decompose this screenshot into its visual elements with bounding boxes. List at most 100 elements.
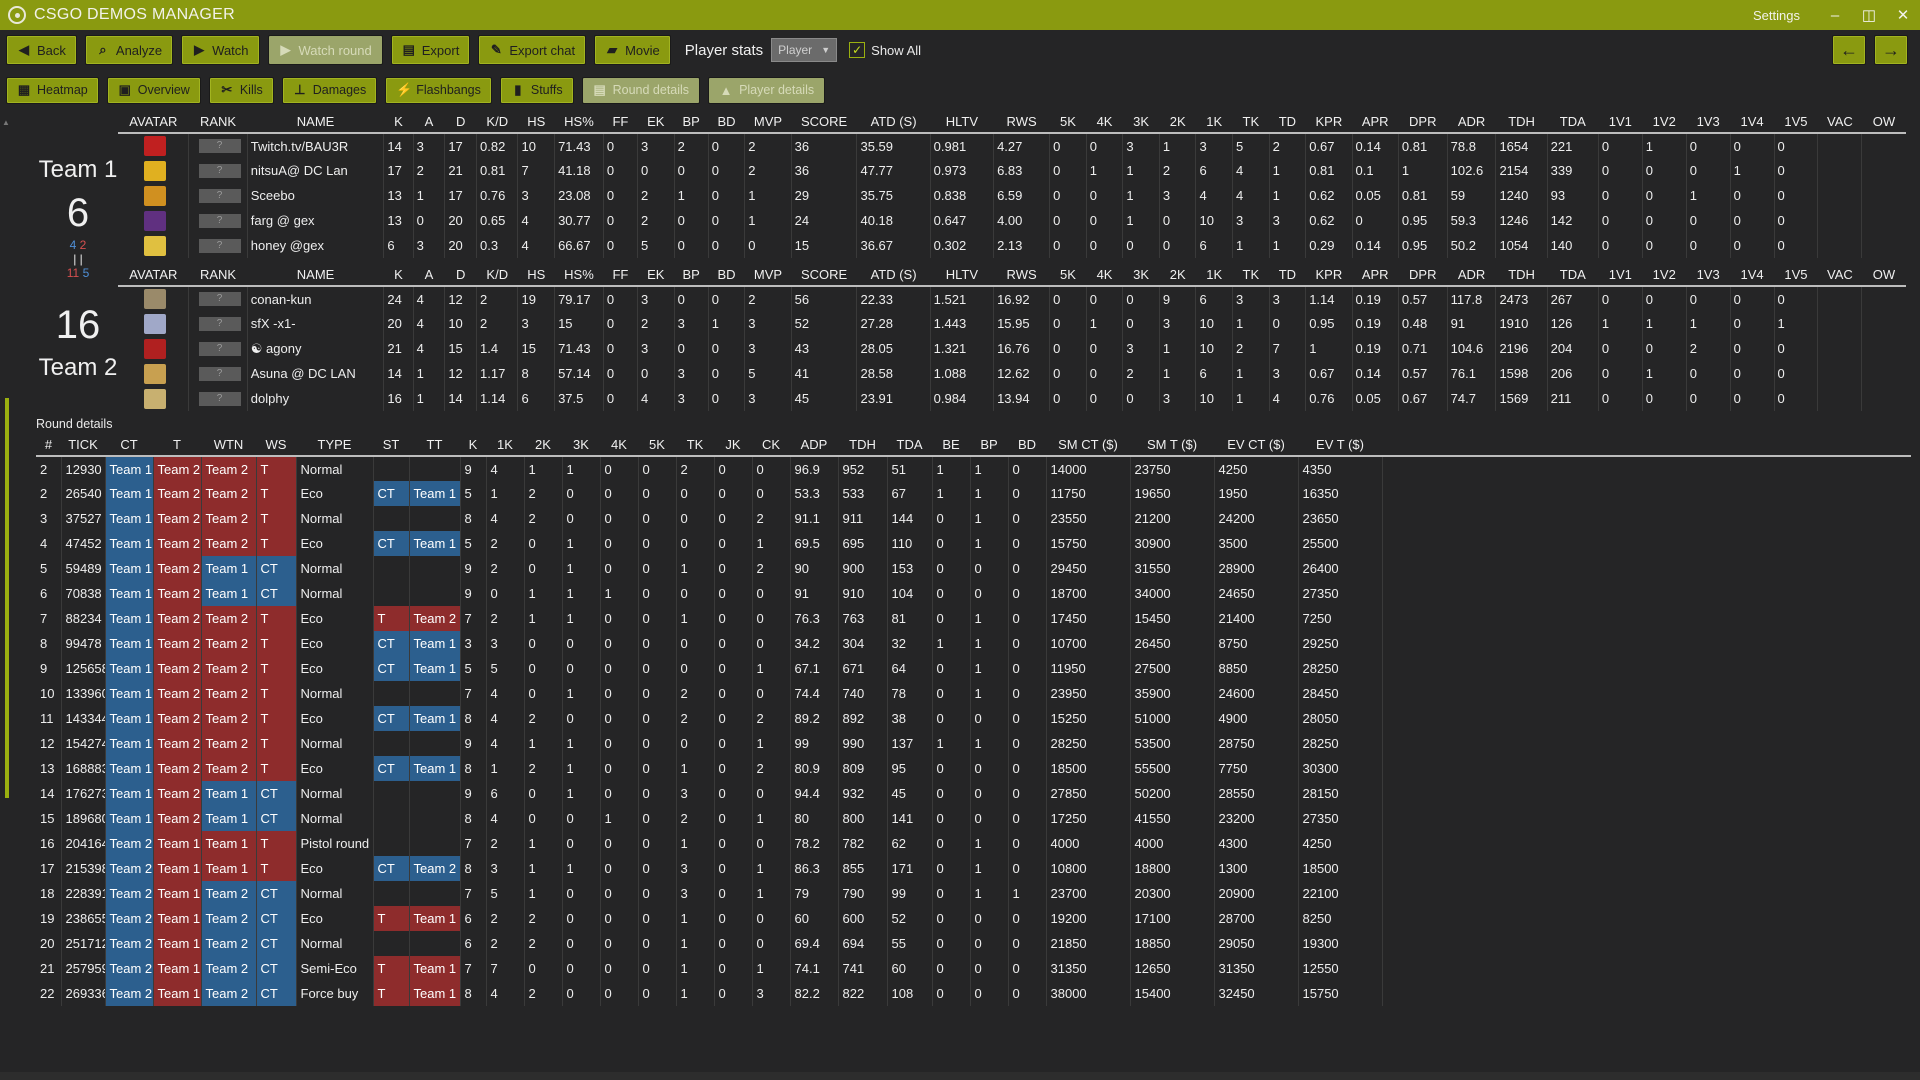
restore-button[interactable]: ◫ bbox=[1852, 0, 1886, 30]
column-header[interactable]: 2K bbox=[1159, 111, 1196, 134]
round-row[interactable]: 8 99478 Team 1 Team 2 Team 2 T Eco CT Team 13300… bbox=[36, 631, 1911, 656]
column-header[interactable]: # bbox=[36, 434, 61, 457]
column-header[interactable]: 2K bbox=[1159, 264, 1196, 287]
round-row[interactable]: 4 47452 Team 1 Team 2 Team 2 T Eco CT Team 15201… bbox=[36, 531, 1911, 556]
round-row[interactable]: 21 257959 Team 2 Team 1 Team 2 CT Semi-Eco T Tea… bbox=[36, 956, 1911, 981]
player-row[interactable]: ? dolphy 16 1 14 1.14 6 37.5 0 4 3 0 3 45 23.91 0.984 13… bbox=[118, 386, 1906, 411]
column-header[interactable]: RWS bbox=[993, 264, 1050, 287]
player-row[interactable]: ? Asuna @ DC LAN 14 1 12 1.17 8 57.14 0 0 3 0 5 41 28.… bbox=[118, 361, 1906, 386]
column-header[interactable]: 1K bbox=[1195, 264, 1233, 287]
column-header[interactable]: APR bbox=[1352, 111, 1399, 134]
player-row[interactable]: ? Twitch.tv/BAU3R 14 3 17 0.82 10 71.43 0 3 2 0 2 36 3… bbox=[118, 133, 1906, 158]
column-header[interactable]: DPR bbox=[1398, 111, 1448, 134]
player-select[interactable]: Player ▼ bbox=[771, 38, 838, 62]
column-header[interactable]: AVATAR bbox=[118, 264, 189, 287]
column-header[interactable]: BD bbox=[708, 111, 745, 134]
round-row[interactable]: 6 70838 Team 1 Team 2 Team 1 CT Normal 9 0 1 1 1 0 0 0… bbox=[36, 581, 1911, 606]
column-header[interactable]: ATD (S) bbox=[856, 264, 931, 287]
column-header[interactable]: TDH bbox=[1495, 111, 1548, 134]
column-header[interactable]: 1V2 bbox=[1642, 111, 1687, 134]
column-header[interactable]: 4K bbox=[600, 434, 638, 457]
column-header[interactable]: 1V4 bbox=[1730, 111, 1775, 134]
column-header[interactable]: OW bbox=[1861, 111, 1906, 134]
player-row[interactable]: ? Sceebo 13 1 17 0.76 3 23.08 0 2 1 0 1 29 35.75 0.838 6… bbox=[118, 183, 1906, 208]
column-header[interactable]: AVATAR bbox=[118, 111, 189, 134]
player-details-button[interactable]: ▲ Player details bbox=[708, 76, 826, 104]
column-header[interactable]: A bbox=[413, 264, 445, 287]
column-header[interactable]: TK bbox=[1232, 264, 1270, 287]
column-header[interactable]: K bbox=[383, 111, 414, 134]
column-header[interactable]: 1V3 bbox=[1686, 111, 1731, 134]
column-header[interactable]: MVP bbox=[744, 111, 792, 134]
column-header[interactable]: VAC bbox=[1817, 264, 1862, 287]
movie-button[interactable]: ▰ Movie bbox=[594, 35, 671, 65]
column-header[interactable]: TDA bbox=[1547, 111, 1599, 134]
column-header[interactable]: NAME bbox=[247, 264, 384, 287]
column-header[interactable]: WTN bbox=[201, 434, 256, 457]
column-header[interactable]: TDH bbox=[838, 434, 887, 457]
export-chat-button[interactable]: ✎ Export chat bbox=[478, 35, 587, 65]
column-header[interactable]: A bbox=[413, 111, 445, 134]
player-row[interactable]: ? honey @gex 6 3 20 0.3 4 66.67 0 5 0 0 0 15 36.67 0.30… bbox=[118, 233, 1906, 258]
column-header[interactable]: 3K bbox=[1122, 111, 1160, 134]
round-row[interactable]: 17 215398 Team 2 Team 1 Team 1 T Eco CT Team 283… bbox=[36, 856, 1911, 881]
column-header[interactable]: HS% bbox=[554, 264, 604, 287]
back-button[interactable]: ◀ Back bbox=[6, 35, 77, 65]
column-header[interactable]: APR bbox=[1352, 264, 1399, 287]
column-header[interactable]: BP bbox=[970, 434, 1008, 457]
round-row[interactable]: 15 189680 Team 1 Team 2 Team 1 CT Normal 8 4 0 0 1 0… bbox=[36, 806, 1911, 831]
column-header[interactable]: K/D bbox=[476, 264, 518, 287]
player-row[interactable]: ? nitsuA@ DC Lan 17 2 21 0.81 7 41.18 0 0 0 0 2 36 47.… bbox=[118, 158, 1906, 183]
column-header[interactable]: 1V1 bbox=[1598, 111, 1643, 134]
scroll-thumb[interactable] bbox=[5, 398, 9, 798]
column-header[interactable]: TK bbox=[676, 434, 714, 457]
column-header[interactable]: EV T ($) bbox=[1298, 434, 1382, 457]
round-row[interactable]: 19 238655 Team 2 Team 1 Team 2 CT Eco T Team 162… bbox=[36, 906, 1911, 931]
column-header[interactable]: KPR bbox=[1305, 111, 1353, 134]
column-header[interactable]: TYPE bbox=[296, 434, 373, 457]
player-row[interactable]: ? ☯ agony 21 4 15 1.4 15 71.43 0 3 0 0 3 43 28.05 1.321… bbox=[118, 336, 1906, 361]
column-header[interactable]: HS bbox=[517, 111, 555, 134]
column-header[interactable]: 3K bbox=[1122, 264, 1160, 287]
column-header[interactable]: K bbox=[460, 434, 486, 457]
column-header[interactable]: HLTV bbox=[930, 111, 994, 134]
column-header[interactable]: 1V2 bbox=[1642, 264, 1687, 287]
column-header[interactable]: EV CT ($) bbox=[1214, 434, 1298, 457]
round-row[interactable]: 18 228391 Team 2 Team 1 Team 2 CT Normal 7 5 1 0 0 0… bbox=[36, 881, 1911, 906]
column-header[interactable]: SM T ($) bbox=[1130, 434, 1214, 457]
kills-button[interactable]: ✂ Kills bbox=[208, 76, 274, 104]
player-row[interactable]: ? conan-kun 24 4 12 2 19 79.17 0 3 0 0 2 56 22.33 1.521… bbox=[118, 286, 1906, 311]
column-header[interactable]: SCORE bbox=[791, 111, 857, 134]
column-header[interactable]: EK bbox=[637, 111, 675, 134]
column-header[interactable]: 5K bbox=[1049, 264, 1087, 287]
overview-button[interactable]: ▣ Overview bbox=[106, 76, 201, 104]
player-row[interactable]: ? farg @ gex 13 0 20 0.65 4 30.77 0 2 0 0 1 24 40.18 0.… bbox=[118, 208, 1906, 233]
column-header[interactable]: 1V3 bbox=[1686, 264, 1731, 287]
column-header[interactable]: SCORE bbox=[791, 264, 857, 287]
settings-link[interactable]: Settings bbox=[1753, 8, 1800, 23]
round-row[interactable]: 3 37527 Team 1 Team 2 Team 2 T Normal 8 4 2 0 0 0 0 0 2… bbox=[36, 506, 1911, 531]
column-header[interactable]: T bbox=[153, 434, 201, 457]
previous-button[interactable]: ← bbox=[1832, 35, 1866, 65]
column-header[interactable]: D bbox=[444, 264, 477, 287]
next-button[interactable]: → bbox=[1874, 35, 1908, 65]
export-button[interactable]: ▤ Export bbox=[390, 35, 471, 65]
column-header[interactable]: MVP bbox=[744, 264, 792, 287]
column-header[interactable]: TK bbox=[1232, 111, 1270, 134]
column-header[interactable]: OW bbox=[1861, 264, 1906, 287]
column-header[interactable]: RANK bbox=[188, 264, 248, 287]
column-header[interactable]: TDA bbox=[1547, 264, 1599, 287]
round-row[interactable]: 2 26540 Team 1 Team 2 Team 2 T Eco CT Team 15120… bbox=[36, 481, 1911, 506]
round-row[interactable]: 7 88234 Team 1 Team 2 Team 2 T Eco T Team 272110… bbox=[36, 606, 1911, 631]
round-row[interactable]: 2 12930 Team 1 Team 2 Team 2 T Normal 9 4 1 1 0 0 2 0 0… bbox=[36, 456, 1911, 481]
column-header[interactable]: K bbox=[383, 264, 414, 287]
column-header[interactable]: 3K bbox=[562, 434, 600, 457]
column-header[interactable]: NAME bbox=[247, 111, 384, 134]
column-header[interactable]: 1K bbox=[486, 434, 524, 457]
column-header[interactable]: DPR bbox=[1398, 264, 1448, 287]
column-header[interactable]: RWS bbox=[993, 111, 1050, 134]
column-header[interactable]: TDA bbox=[887, 434, 932, 457]
column-header[interactable]: 1K bbox=[1195, 111, 1233, 134]
column-header[interactable]: KPR bbox=[1305, 264, 1353, 287]
column-header[interactable]: 1V5 bbox=[1774, 111, 1818, 134]
